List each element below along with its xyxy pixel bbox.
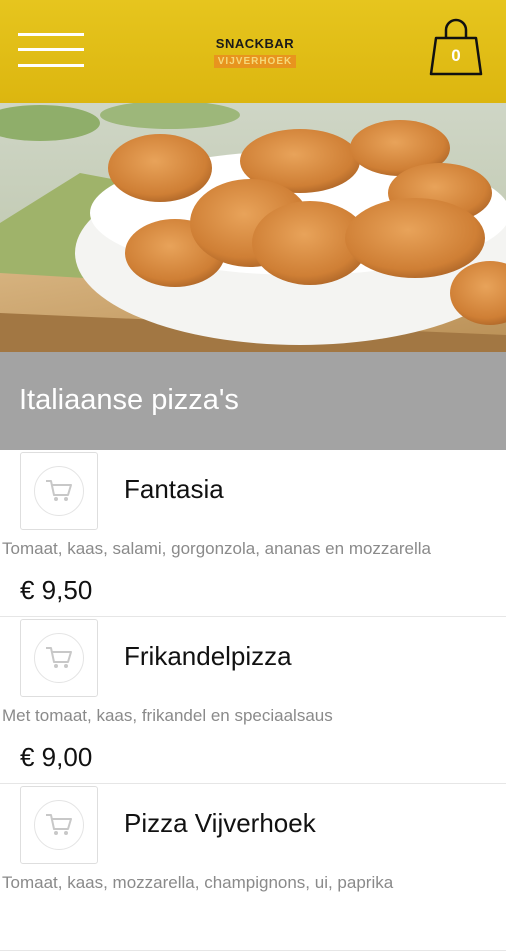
item-description: Tomaat, kaas, salami, gorgonzola, ananas… (2, 539, 432, 558)
item-price: € 9,00 (20, 742, 93, 772)
item-price: € 9,50 (20, 575, 93, 605)
cart-count-badge: 0 (451, 46, 461, 65)
item-description: Tomaat, kaas, mozzarella, champignons, u… (2, 873, 394, 892)
menu-item[interactable]: Fantasia Tomaat, kaas, salami, gorgonzol… (0, 450, 506, 617)
item-thumbnail[interactable] (20, 786, 98, 864)
menu-item[interactable]: Pizza Vijverhoek Tomaat, kaas, mozzarell… (0, 784, 506, 951)
item-thumbnail[interactable] (20, 619, 98, 697)
item-name: Frikandelpizza (124, 641, 292, 671)
menu-item[interactable]: Frikandelpizza Met tomaat, kaas, frikand… (0, 617, 506, 784)
top-app-bar: SNACKBAR VIJVERHOEK 0 (0, 0, 506, 103)
brand-logo[interactable]: SNACKBAR VIJVERHOEK (205, 36, 305, 70)
item-thumbnail[interactable] (20, 452, 98, 530)
logo-line1: SNACKBAR (215, 36, 295, 51)
add-to-cart-icon (46, 814, 72, 835)
cart-button[interactable]: 0 (427, 16, 485, 78)
item-name: Pizza Vijverhoek (124, 808, 316, 838)
item-description: Met tomaat, kaas, frikandel en speciaals… (2, 706, 333, 725)
hamburger-menu-icon[interactable] (18, 30, 84, 72)
add-to-cart-icon (46, 480, 72, 501)
category-header: Italiaanse pizza's (0, 352, 506, 450)
item-name: Fantasia (124, 474, 224, 504)
menu-item-list: Fantasia Tomaat, kaas, salami, gorgonzol… (0, 450, 506, 951)
logo-line2: VIJVERHOEK (213, 55, 297, 68)
hero-image (0, 103, 506, 352)
category-title: Italiaanse pizza's (19, 384, 239, 416)
add-to-cart-icon (46, 647, 72, 668)
